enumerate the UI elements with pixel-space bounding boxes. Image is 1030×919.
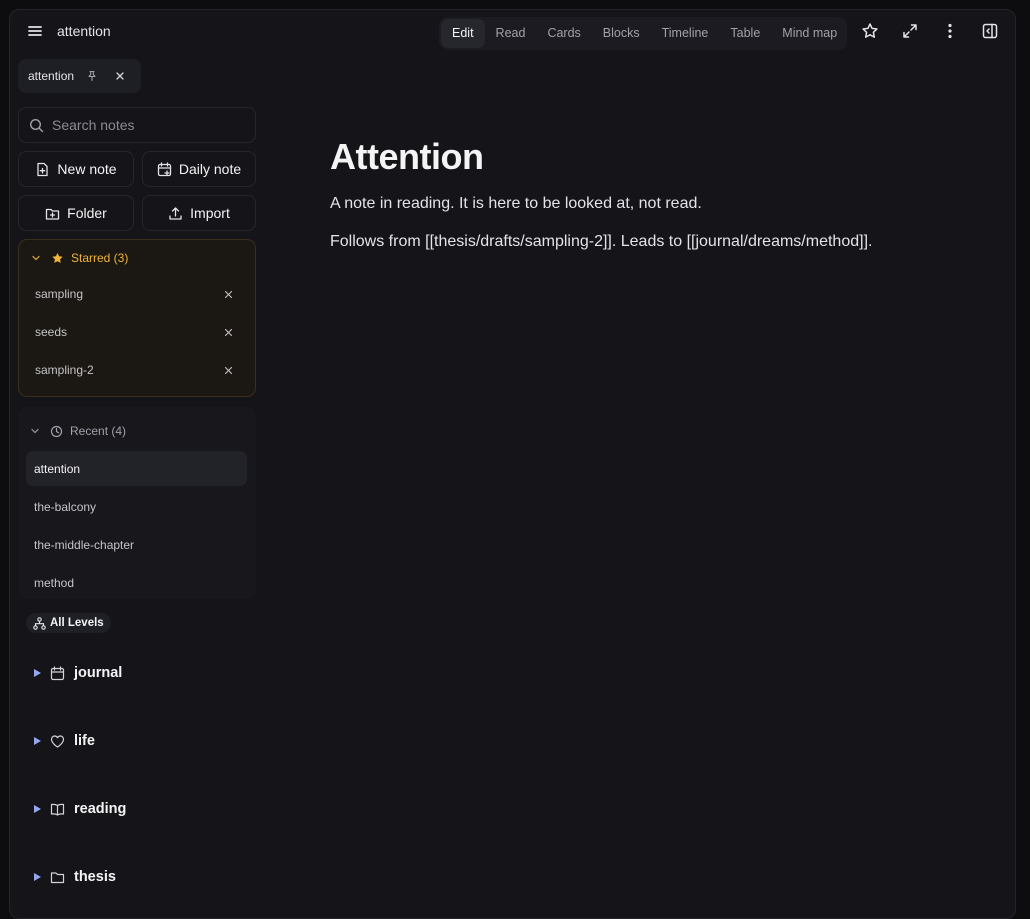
expand-triangle-icon <box>34 805 41 813</box>
folder-item-life[interactable]: life <box>33 729 95 753</box>
star-icon[interactable] <box>861 22 879 40</box>
tab-timeline[interactable]: Timeline <box>651 19 720 48</box>
starred-header[interactable]: Starred (3) <box>31 251 128 265</box>
top-bar: attention Edit Read Cards Blocks Timelin… <box>10 10 1015 54</box>
new-note-button[interactable]: New note <box>18 151 134 187</box>
open-note-tab-label: attention <box>28 69 75 83</box>
tab-edit[interactable]: Edit <box>441 19 485 48</box>
unstar-close-icon[interactable] <box>224 328 233 337</box>
search-box <box>18 107 256 143</box>
hierarchy-icon <box>33 616 46 630</box>
recent-item-label: attention <box>34 461 81 476</box>
open-note-tab[interactable]: attention <box>18 59 141 93</box>
recent-item-label: method <box>34 575 75 590</box>
folder-label: journal <box>74 665 123 681</box>
close-icon[interactable] <box>115 71 125 81</box>
chevron-down-icon <box>31 428 39 434</box>
levels-filter-chip[interactable]: All Levels <box>26 613 111 633</box>
recent-header[interactable]: Recent (4) <box>30 424 126 438</box>
folder-item-journal[interactable]: journal <box>33 661 122 685</box>
note-name-title: attention <box>57 23 111 39</box>
levels-filter-label: All Levels <box>50 617 104 629</box>
folder-label: reading <box>74 801 127 817</box>
recent-section: Recent (4) attention the-balcony the-mid… <box>18 407 256 599</box>
heart-icon <box>50 734 65 748</box>
sidebar-toggle-icon[interactable] <box>981 22 999 40</box>
star-filled-icon <box>52 252 63 263</box>
daily-note-label: Daily note <box>178 161 242 177</box>
recent-label: Recent (4) <box>70 424 127 438</box>
upload-icon <box>169 206 182 220</box>
recent-item[interactable]: the-middle-chapter <box>26 527 247 562</box>
starred-item[interactable]: seeds <box>27 315 247 349</box>
starred-item[interactable]: sampling <box>27 277 247 311</box>
new-folder-button[interactable]: Folder <box>18 195 134 231</box>
calendar-plus-icon <box>157 161 172 176</box>
folder-label: life <box>74 733 95 749</box>
import-label: Import <box>190 205 230 221</box>
note-paragraph[interactable]: Follows from [[thesis/drafts/sampling-2]… <box>330 233 872 251</box>
expand-icon[interactable] <box>901 22 919 40</box>
starred-item-label: sampling <box>35 287 84 301</box>
import-button[interactable]: Import <box>142 195 256 231</box>
starred-section: Starred (3) sampling seeds sampling-2 <box>18 239 256 397</box>
pin-icon[interactable] <box>86 70 98 82</box>
unstar-close-icon[interactable] <box>224 366 233 375</box>
search-icon <box>29 118 44 133</box>
starred-item-label: sampling-2 <box>35 363 94 377</box>
folder-item-thesis[interactable]: thesis <box>33 865 116 889</box>
folder-item-reading[interactable]: reading <box>33 797 126 821</box>
search-input[interactable] <box>52 117 242 133</box>
chevron-down-icon <box>32 255 40 261</box>
folder-label: Folder <box>67 205 107 221</box>
recent-item-label: the-balcony <box>34 499 97 514</box>
folder-label: thesis <box>74 869 116 885</box>
book-icon <box>50 803 65 816</box>
tab-table[interactable]: Table <box>719 19 771 48</box>
tab-read[interactable]: Read <box>485 19 537 48</box>
calendar-icon <box>50 665 65 680</box>
starred-label: Starred (3) <box>71 251 129 265</box>
folder-plus-icon <box>46 208 60 220</box>
menu-icon[interactable] <box>26 22 44 40</box>
recent-item[interactable]: the-balcony <box>26 489 247 524</box>
starred-item[interactable]: sampling-2 <box>27 353 247 387</box>
tab-mind-map[interactable]: Mind map <box>771 19 848 48</box>
expand-triangle-icon <box>34 669 41 677</box>
clock-icon <box>50 425 63 437</box>
note-title[interactable]: Attention <box>330 136 484 178</box>
expand-triangle-icon <box>34 873 41 881</box>
new-note-label: New note <box>57 161 117 177</box>
view-mode-tabs: Edit Read Cards Blocks Timeline Table Mi… <box>439 17 847 50</box>
tab-blocks[interactable]: Blocks <box>592 19 651 48</box>
unstar-close-icon[interactable] <box>224 290 233 299</box>
new-note-icon <box>37 162 49 176</box>
daily-note-button[interactable]: Daily note <box>142 151 256 187</box>
more-vertical-icon[interactable] <box>941 22 959 40</box>
app-window: attention Edit Read Cards Blocks Timelin… <box>9 9 1016 919</box>
recent-item[interactable]: method <box>26 565 247 600</box>
starred-item-label: seeds <box>35 325 68 339</box>
recent-item[interactable]: attention <box>26 451 247 486</box>
folder-icon <box>50 871 65 883</box>
tab-cards[interactable]: Cards <box>536 19 591 48</box>
recent-item-label: the-middle-chapter <box>34 537 135 552</box>
note-paragraph[interactable]: A note in reading. It is here to be look… <box>330 195 702 213</box>
expand-triangle-icon <box>34 737 41 745</box>
